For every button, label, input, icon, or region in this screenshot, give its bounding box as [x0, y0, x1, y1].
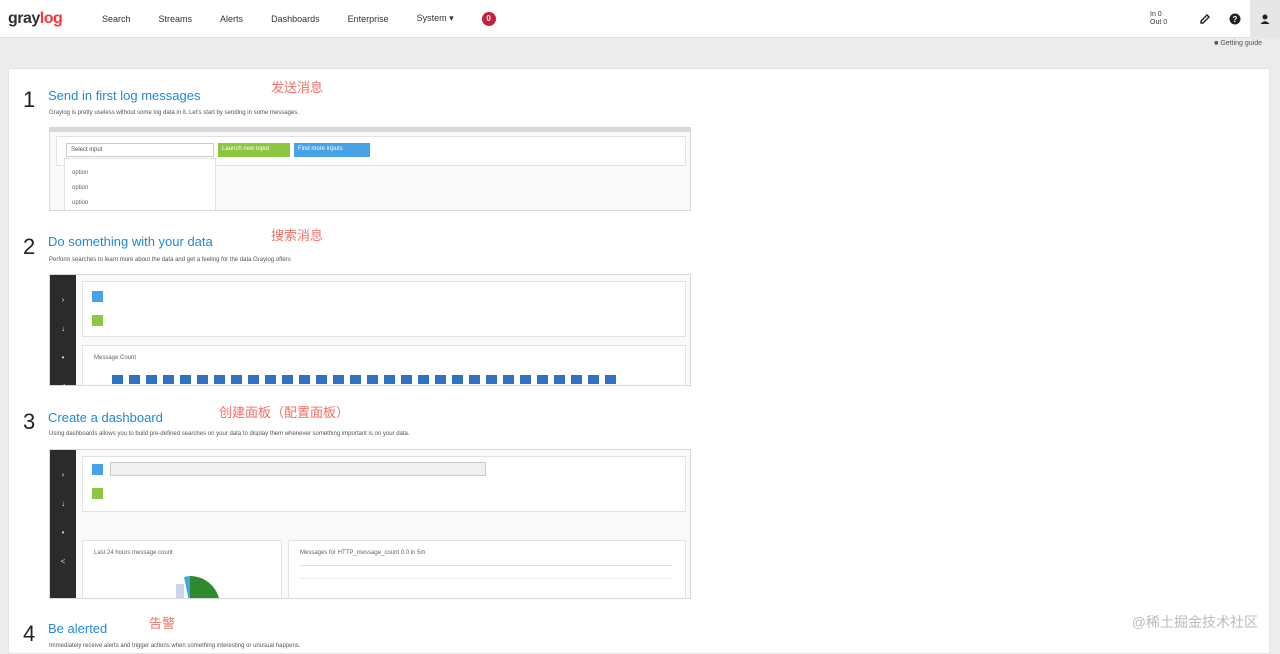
screenshot-frame	[50, 128, 690, 132]
dashboard-widget	[288, 540, 686, 598]
nav-enterprise[interactable]: Enterprise	[348, 14, 389, 24]
navbar-right: In 0 Out 0 ?	[1150, 0, 1280, 38]
search-icon	[92, 464, 103, 475]
dashboard-screenshot: › ↓ • < Last 24 hours message count Message…	[49, 449, 691, 599]
nav-search[interactable]: Search	[102, 14, 131, 24]
step-annotation: 发送消息	[271, 80, 324, 95]
step-title[interactable]: Do something with your data	[48, 234, 213, 249]
getting-started-panel: 1 Send in first log messages 发送消息 Graylo…	[8, 68, 1270, 654]
screenshot-sidebar: ›↓•<	[50, 450, 76, 598]
find-inputs-button[interactable]: Find more inputs	[294, 143, 370, 157]
dropdown-option[interactable]: option	[72, 200, 88, 206]
pie-chart	[176, 576, 219, 598]
widget-title: Last 24 hours message count	[94, 550, 173, 556]
filter-icon	[92, 315, 103, 326]
dropdown-option[interactable]: option	[72, 170, 88, 176]
step-title[interactable]: Send in first log messages	[48, 88, 200, 103]
table-divider	[300, 565, 672, 566]
top-navbar: graylog Search Streams Alerts Dashboards…	[0, 0, 1280, 38]
table-divider	[300, 578, 672, 579]
dropdown-option[interactable]: option	[72, 185, 88, 191]
nav-dashboards[interactable]: Dashboards	[271, 14, 320, 24]
filter-icon	[92, 488, 103, 499]
getting-started-link[interactable]: ■ Getting guide	[1214, 40, 1262, 47]
nav-alerts[interactable]: Alerts	[220, 14, 243, 24]
step-annotation: 创建面板（配置面板）	[219, 405, 350, 420]
launch-input-button[interactable]: Launch new input	[218, 143, 290, 157]
svg-text:?: ?	[1233, 15, 1238, 24]
step-annotation: 告警	[149, 616, 176, 631]
step-description: Immediately receive alerts and trigger a…	[49, 643, 301, 649]
search-card	[82, 281, 686, 337]
watermark: @稀土掘金技术社区	[1131, 614, 1258, 630]
step-title[interactable]: Create a dashboard	[48, 410, 163, 425]
edit-icon[interactable]	[1190, 0, 1220, 38]
step-number: 1	[23, 87, 36, 112]
inputs-screenshot: Select input Launch new input Find more …	[49, 127, 691, 211]
step-description: Graylog is pretty useless without some l…	[49, 110, 299, 116]
search-screenshot: ›↓•< Message Count	[49, 274, 691, 386]
input-type-select[interactable]: Select input	[66, 143, 214, 157]
step-number: 3	[23, 409, 36, 434]
user-icon[interactable]	[1250, 0, 1280, 38]
step-number: 2	[23, 234, 36, 259]
chart-title: Message Count	[94, 355, 137, 361]
logo-suffix: log	[39, 9, 63, 27]
screenshot-sidebar: ›↓•<	[50, 275, 76, 385]
notification-badge[interactable]: 0	[481, 11, 496, 26]
step-description: Using dashboards allows you to build pre…	[49, 431, 410, 437]
step-description: Perform searches to learn more about the…	[49, 257, 291, 263]
query-input[interactable]	[110, 462, 486, 476]
help-icon[interactable]: ?	[1220, 0, 1250, 38]
throughput-indicator: In 0 Out 0	[1150, 11, 1168, 26]
step-number: 4	[23, 621, 36, 646]
step-annotation: 搜索消息	[271, 228, 324, 243]
nav-streams[interactable]: Streams	[159, 14, 193, 24]
graylog-logo[interactable]: graylog	[8, 10, 78, 28]
logo-prefix: gray	[8, 9, 40, 27]
nav-system-dropdown[interactable]: System ▾	[417, 13, 454, 24]
search-icon	[92, 291, 103, 302]
histogram-bars	[112, 375, 616, 384]
step-title[interactable]: Be alerted	[48, 621, 107, 636]
widget-title: Messages for HTTP_message_count 0.0 in 5…	[300, 550, 426, 556]
